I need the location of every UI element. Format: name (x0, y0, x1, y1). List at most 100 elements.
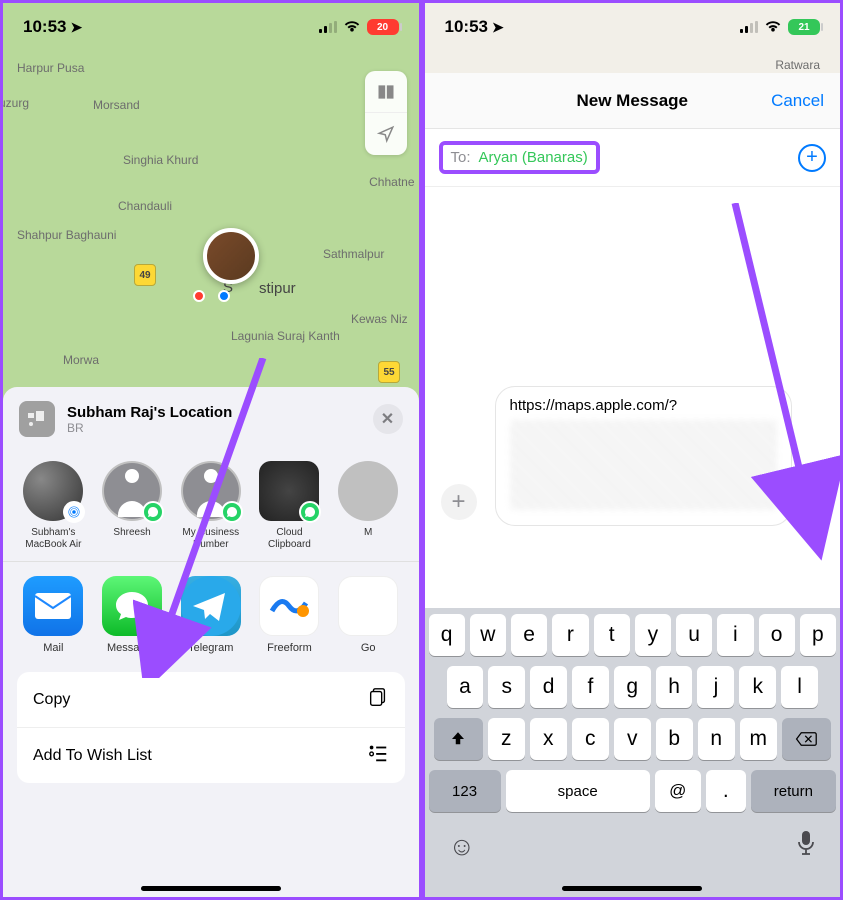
key-z[interactable]: z (488, 718, 525, 760)
share-app-messages[interactable]: Messages (102, 576, 163, 654)
key-e[interactable]: e (511, 614, 547, 656)
contact-label: M (364, 527, 372, 539)
share-app-freeform[interactable]: Freeform (259, 576, 320, 654)
home-indicator[interactable] (141, 886, 281, 891)
recipient-name: Aryan (Banaras) (479, 149, 588, 166)
key-return[interactable]: return (751, 770, 836, 812)
cancel-button[interactable]: Cancel (771, 91, 824, 111)
dictation-button[interactable] (796, 830, 816, 863)
key-p[interactable]: p (800, 614, 836, 656)
location-services-icon: ➤ (70, 19, 82, 36)
map-label: Morsand (93, 98, 140, 112)
key-c[interactable]: c (572, 718, 609, 760)
airdrop-contact[interactable]: My Business Number (180, 461, 241, 551)
key-space[interactable]: space (506, 770, 650, 812)
message-input[interactable]: https://maps.apple.com/? (495, 386, 793, 526)
airdrop-contact[interactable]: M (338, 461, 399, 551)
key-backspace[interactable] (782, 718, 831, 760)
map-layers-button[interactable] (365, 71, 407, 113)
key-h[interactable]: h (656, 666, 693, 708)
status-bar: 10:53 ➤ 21 (425, 3, 841, 51)
route-badge: 55 (378, 361, 400, 383)
key-t[interactable]: t (594, 614, 630, 656)
wifi-icon (343, 20, 361, 34)
share-app-more[interactable]: Go (338, 576, 399, 654)
close-button[interactable]: ✕ (373, 404, 403, 434)
airdrop-contact[interactable]: Shreesh (102, 461, 163, 551)
map-controls (365, 71, 407, 155)
cellular-signal-icon (319, 21, 337, 33)
key-dot[interactable]: . (706, 770, 746, 812)
key-l[interactable]: l (781, 666, 818, 708)
key-a[interactable]: a (447, 666, 484, 708)
share-sheet-header: Subham Raj's Location BR ✕ (3, 391, 419, 451)
airdrop-contacts-row: Subham's MacBook Air Shreesh My Business… (3, 451, 419, 562)
key-r[interactable]: r (552, 614, 588, 656)
key-k[interactable]: k (739, 666, 776, 708)
key-w[interactable]: w (470, 614, 506, 656)
key-x[interactable]: x (530, 718, 567, 760)
map-label: Kewas Niz (351, 312, 408, 326)
keyboard-bottom-row: ☺ (429, 822, 837, 893)
add-attachment-button[interactable]: + (441, 484, 477, 520)
key-d[interactable]: d (530, 666, 567, 708)
key-m[interactable]: m (740, 718, 777, 760)
key-u[interactable]: u (676, 614, 712, 656)
key-123[interactable]: 123 (429, 770, 501, 812)
nav-bar: New Message Cancel (425, 73, 841, 129)
share-app-telegram[interactable]: Telegram (180, 576, 241, 654)
location-pin-icon (193, 290, 205, 302)
contact-label: Cloud Clipboard (259, 527, 320, 551)
key-y[interactable]: y (635, 614, 671, 656)
user-location-pin[interactable] (203, 228, 259, 284)
to-label: To: (451, 149, 471, 166)
location-services-icon: ➤ (492, 19, 504, 36)
wishlist-action[interactable]: Add To Wish List (17, 728, 405, 783)
map-locate-button[interactable] (365, 113, 407, 155)
copy-icon (367, 686, 389, 713)
key-i[interactable]: i (717, 614, 753, 656)
add-contact-button[interactable]: + (798, 144, 826, 172)
battery-icon: 20 (367, 19, 399, 35)
key-v[interactable]: v (614, 718, 651, 760)
key-n[interactable]: n (698, 718, 735, 760)
airdrop-contact[interactable]: Subham's MacBook Air (23, 461, 84, 551)
key-shift[interactable] (434, 718, 483, 760)
app-label: Go (361, 642, 376, 654)
home-indicator[interactable] (562, 886, 702, 891)
map-label: a Buzurg (0, 96, 29, 110)
key-o[interactable]: o (759, 614, 795, 656)
keyboard-row-1: q w e r t y u i o p (429, 614, 837, 656)
emoji-button[interactable]: ☺ (449, 831, 476, 862)
key-b[interactable]: b (656, 718, 693, 760)
cellular-signal-icon (740, 21, 758, 33)
battery-level: 20 (367, 19, 399, 35)
airdrop-contact[interactable]: Cloud Clipboard (259, 461, 320, 551)
key-at[interactable]: @ (655, 770, 701, 812)
recipient-highlight: To: Aryan (Banaras) (439, 141, 600, 174)
map-label: Chhatne (369, 175, 414, 189)
share-app-mail[interactable]: Mail (23, 576, 84, 654)
send-button[interactable] (794, 490, 826, 522)
recipient-row[interactable]: To: Aryan (Banaras) + (425, 129, 841, 187)
battery-level: 21 (788, 19, 820, 35)
keyboard: q w e r t y u i o p a s d f g h j k l (425, 608, 841, 897)
share-sheet: Subham Raj's Location BR ✕ Subham's MacB… (3, 387, 419, 897)
app-label: Messages (107, 642, 157, 654)
copy-action[interactable]: Copy (17, 672, 405, 728)
map-label: Shahpur Baghauni (17, 228, 116, 242)
action-label: Copy (33, 691, 70, 709)
key-q[interactable]: q (429, 614, 465, 656)
whatsapp-badge-icon (299, 501, 321, 523)
key-s[interactable]: s (488, 666, 525, 708)
status-time: 10:53 (23, 17, 66, 37)
battery-icon: 21 (788, 19, 820, 35)
key-j[interactable]: j (697, 666, 734, 708)
wifi-icon (764, 20, 782, 34)
keyboard-row-4: 123 space @ . return (429, 770, 837, 812)
key-g[interactable]: g (614, 666, 651, 708)
message-compose-area: + https://maps.apple.com/? (425, 187, 841, 542)
key-f[interactable]: f (572, 666, 609, 708)
app-label: Telegram (188, 642, 233, 654)
share-actions-list: Copy Add To Wish List (17, 672, 405, 783)
